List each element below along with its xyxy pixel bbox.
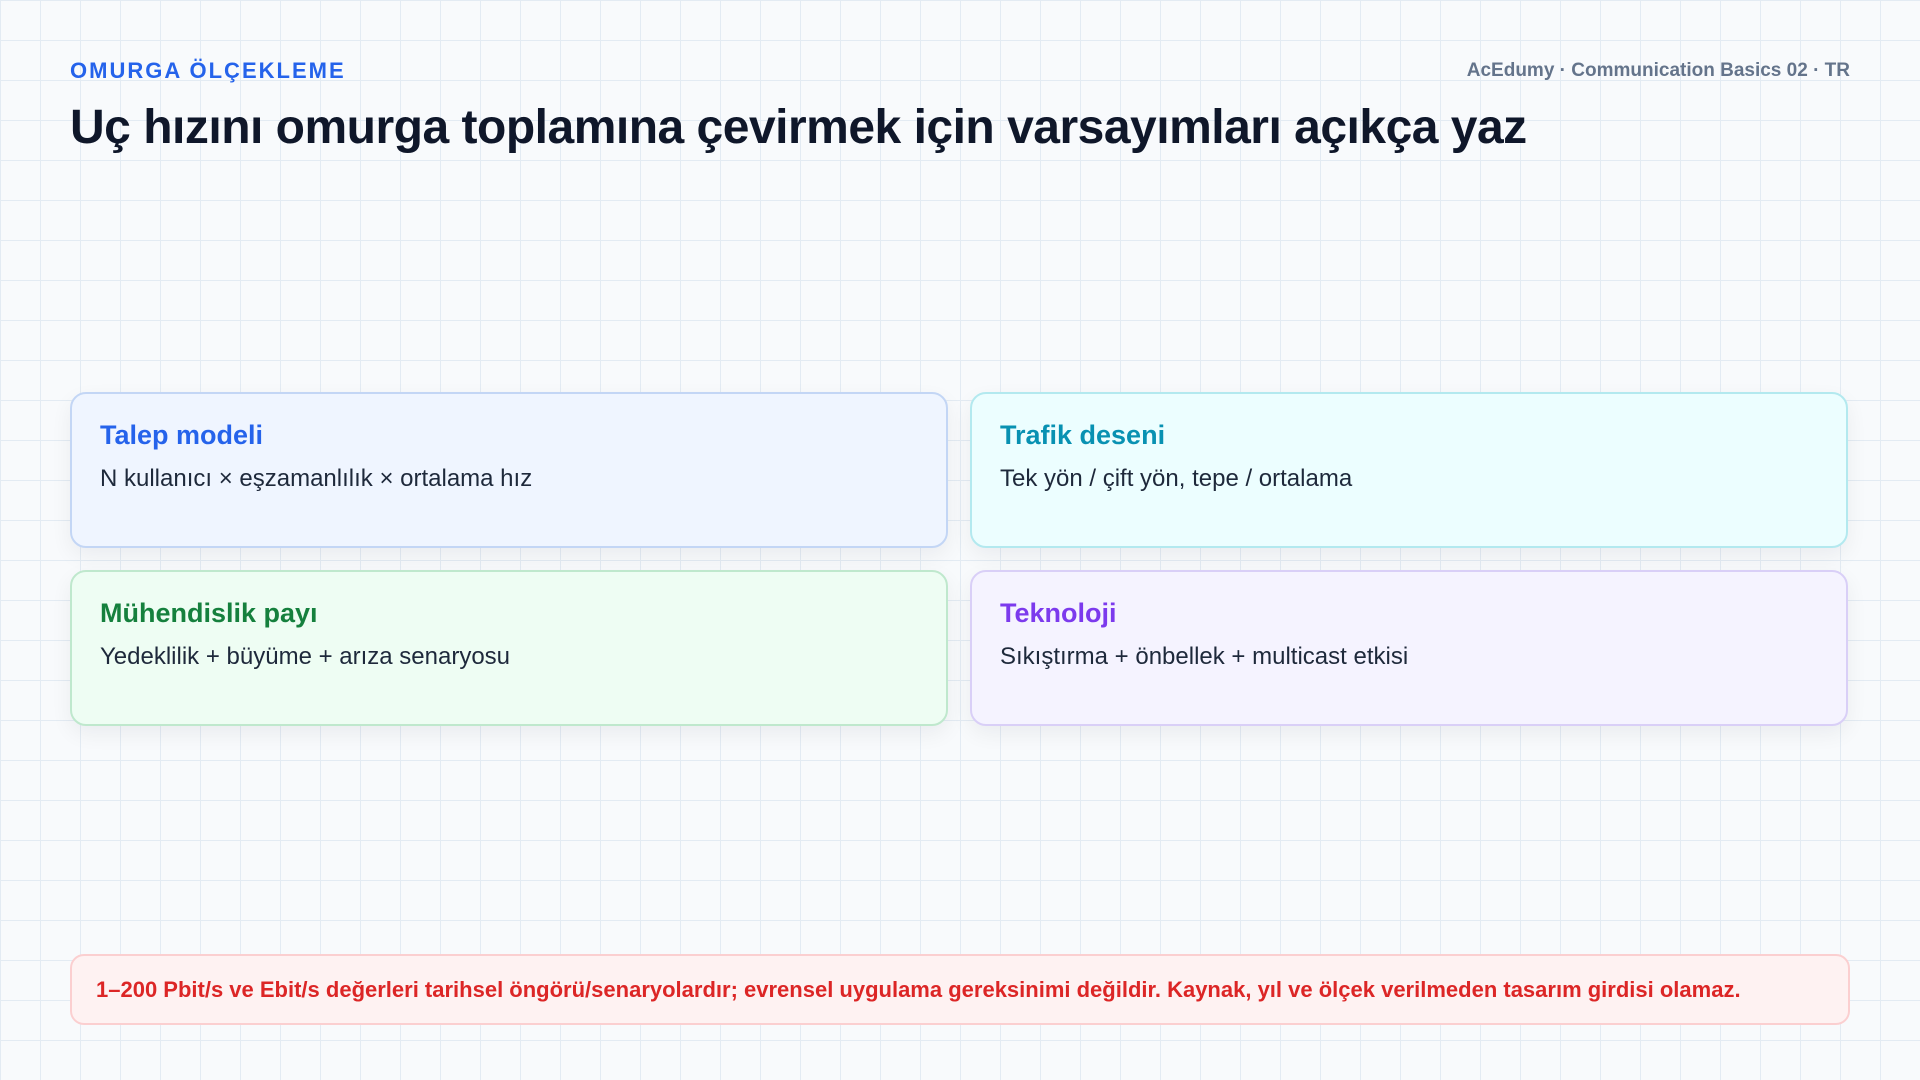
card-title: Mühendislik payı xyxy=(100,598,318,628)
card-title: Talep modeli xyxy=(100,420,264,450)
card-text: Yedeklilik + büyüme + arıza senaryosu xyxy=(100,643,511,670)
card-text: Tek yön / çift yön, tepe / ortalama xyxy=(1000,465,1353,492)
card-demand-model: Talep modeli N kullanıcı × eşzamanlılık … xyxy=(70,392,948,548)
card-engineering-margin: Mühendislik payı Yedeklilik + büyüme + a… xyxy=(70,570,948,726)
card-traffic-pattern: Trafik deseni Tek yön / çift yön, tepe /… xyxy=(970,392,1848,548)
page-title: Uç hızını omurga toplamına çevirmek için… xyxy=(70,101,1527,154)
card-title: Teknoloji xyxy=(1000,598,1117,628)
card-technology: Teknoloji Sıkıştırma + önbellek + multic… xyxy=(970,570,1848,726)
card-title: Trafik deseni xyxy=(1000,420,1166,450)
section-kicker: OMURGA ÖLÇEKLEME xyxy=(70,58,346,83)
card-text: Sıkıştırma + önbellek + multicast etkisi xyxy=(1000,643,1409,670)
course-meta: AcEdumy · Communication Basics 02 · TR xyxy=(1466,60,1850,81)
card-text: N kullanıcı × eşzamanlılık × ortalama hı… xyxy=(100,465,533,492)
warning-banner: 1–200 Pbit/s ve Ebit/s değerleri tarihse… xyxy=(70,954,1850,1025)
